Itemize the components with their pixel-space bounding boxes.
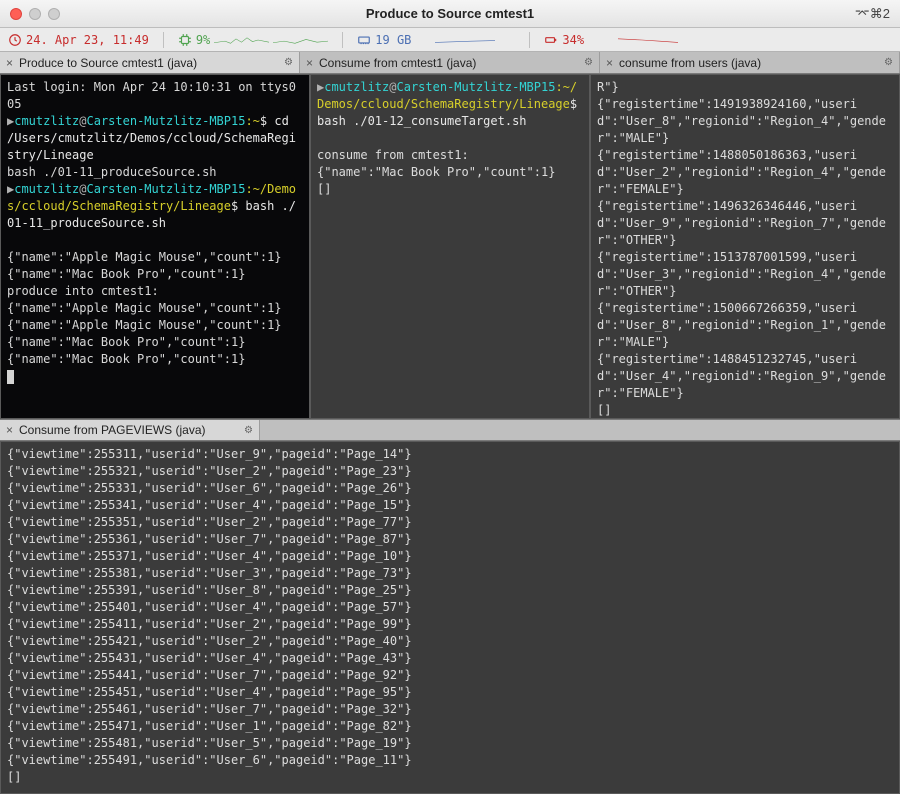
tab-1[interactable]: ×Consume from cmtest1 (java)⚙ [300, 52, 600, 73]
battery-icon [544, 33, 558, 47]
cpu-stat: 9% [178, 33, 328, 47]
gear-icon[interactable]: ⚙ [584, 57, 593, 68]
cpu-spark [214, 34, 269, 46]
cpu-spark2 [273, 34, 328, 46]
titlebar: Produce to Source cmtest1 ⌤⌘2 [0, 0, 900, 28]
clock-icon [8, 33, 22, 47]
battery-stat: 34% [544, 33, 708, 47]
terminal-output: Last login: Mon Apr 24 10:10:31 on ttys0… [1, 75, 309, 389]
ram-spark [415, 34, 515, 46]
tab-consume-pageviews[interactable]: × Consume from PAGEVIEWS (java) ⚙ [0, 420, 260, 440]
keybind-icon: ⌤ [855, 6, 870, 21]
window-title: Produce to Source cmtest1 [0, 6, 900, 21]
ram-stat: 19 GB [357, 33, 515, 47]
window-keyhint: ⌤⌘2 [855, 6, 890, 22]
clock-stat: 24. Apr 23, 11:49 [8, 33, 149, 47]
gear-icon[interactable]: ⚙ [284, 57, 293, 68]
battery-spark [588, 34, 708, 46]
tab-0[interactable]: ×Produce to Source cmtest1 (java)⚙ [0, 52, 300, 73]
close-icon[interactable]: × [306, 56, 313, 70]
tab-2[interactable]: ×consume from users (java)⚙ [600, 52, 900, 73]
cpu-icon [178, 33, 192, 47]
close-icon[interactable]: × [606, 56, 613, 70]
gear-icon[interactable]: ⚙ [884, 57, 893, 68]
terminal-output: ▶cmutzlitz@Carsten-Mutzlitz-MBP15:~/Demo… [311, 75, 589, 202]
pane-consume-users[interactable]: R"} {"registertime":1491938924160,"useri… [590, 74, 900, 419]
pane-consume-pageviews[interactable]: {"viewtime":255311,"userid":"User_9","pa… [0, 441, 900, 794]
terminal-output: {"viewtime":255311,"userid":"User_9","pa… [1, 442, 899, 790]
statusbar: 24. Apr 23, 11:49 9% 19 GB 34% [0, 28, 900, 52]
bottom-tabs: × Consume from PAGEVIEWS (java) ⚙ [0, 419, 900, 441]
close-icon[interactable]: × [6, 423, 13, 437]
terminal-output: R"} {"registertime":1491938924160,"useri… [591, 75, 899, 419]
pane-consume-cmtest1[interactable]: ▶cmutzlitz@Carsten-Mutzlitz-MBP15:~/Demo… [310, 74, 590, 419]
top-tabs: ×Produce to Source cmtest1 (java)⚙×Consu… [0, 52, 900, 74]
close-icon[interactable]: × [6, 56, 13, 70]
pane-produce-source[interactable]: Last login: Mon Apr 24 10:10:31 on ttys0… [0, 74, 310, 419]
ram-icon [357, 33, 371, 47]
gear-icon[interactable]: ⚙ [244, 425, 253, 436]
